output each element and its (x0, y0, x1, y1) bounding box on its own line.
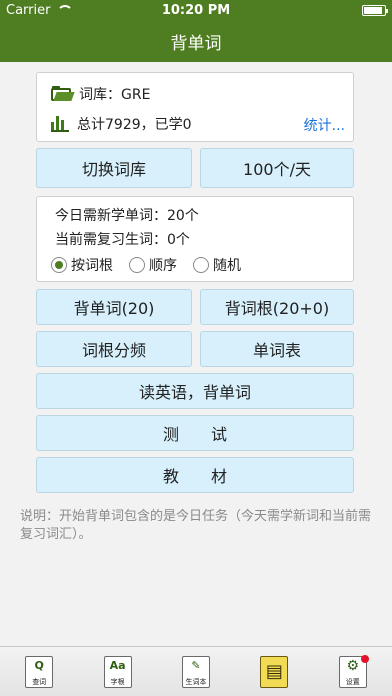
notification-badge (360, 654, 369, 663)
library-row: 词库：GRE (51, 84, 150, 104)
stats-text: 总计7929，已学0 (77, 117, 192, 133)
new-words-count: 今日需新学单词：20个 (55, 208, 199, 224)
tab-bar: Q 查词 Aa 字根 ✎ 生词本 ▤ ⚙ 设置 (0, 646, 392, 696)
tab-word-root[interactable]: Aa 字根 (98, 652, 138, 692)
radio-icon (129, 257, 145, 273)
library-label: 词库：GRE (79, 87, 151, 103)
review-words-count: 当前需复习生词：0个 (55, 232, 190, 248)
test-button[interactable]: 测 试 (36, 415, 354, 451)
word-list-button[interactable]: 单词表 (200, 331, 354, 367)
bar-chart-icon (51, 116, 69, 132)
notebook-icon: ✎ 生词本 (181, 655, 210, 688)
order-radio-group: 按词根 顺序 随机 (51, 255, 257, 275)
radio-icon (193, 257, 209, 273)
search-book-icon: Q 查词 (25, 655, 54, 688)
read-english-button[interactable]: 读英语，背单词 (36, 373, 354, 409)
tab-settings[interactable]: ⚙ 设置 (333, 652, 373, 692)
study-book-icon: ▤ (260, 655, 289, 688)
battery-fill (364, 6, 382, 14)
today-task-panel: 今日需新学单词：20个 当前需复习生词：0个 按词根 顺序 随机 (36, 196, 354, 282)
stats-row: 总计7929，已学0 (51, 114, 192, 134)
textbook-button[interactable]: 教 材 (36, 457, 354, 493)
memorize-words-button[interactable]: 背单词(20) (36, 289, 192, 325)
stats-link[interactable]: 统计... (304, 115, 345, 135)
wifi-icon (56, 5, 74, 15)
library-panel: 词库：GRE 总计7929，已学0 统计... (36, 72, 354, 142)
daily-count-button[interactable]: 100个/天 (200, 148, 354, 188)
page-title: 背单词 (170, 33, 222, 54)
root-frequency-button[interactable]: 词根分频 (36, 331, 192, 367)
order-option-random[interactable]: 随机 (193, 255, 241, 275)
memorize-roots-button[interactable]: 背词根(20+0) (200, 289, 354, 325)
order-option-root[interactable]: 按词根 (51, 255, 113, 275)
switch-library-button[interactable]: 切换词库 (36, 148, 192, 188)
folder-icon (51, 86, 75, 102)
tab-notebook[interactable]: ✎ 生词本 (176, 652, 216, 692)
tab-lookup[interactable]: Q 查词 (19, 652, 59, 692)
instructions-note: 说明：开始背单词包含的是今日任务（今天需学新词和当前需复习词汇）。 (20, 509, 372, 542)
tab-study[interactable]: ▤ (254, 652, 294, 692)
radio-selected-icon (51, 257, 67, 273)
word-root-icon: Aa 字根 (103, 655, 132, 688)
nav-bar: 背单词 (0, 20, 392, 62)
carrier-label: Carrier (6, 2, 51, 18)
status-bar: Carrier 10:20 PM (0, 0, 392, 20)
battery-icon (362, 4, 388, 16)
order-option-sequential[interactable]: 顺序 (129, 255, 177, 275)
